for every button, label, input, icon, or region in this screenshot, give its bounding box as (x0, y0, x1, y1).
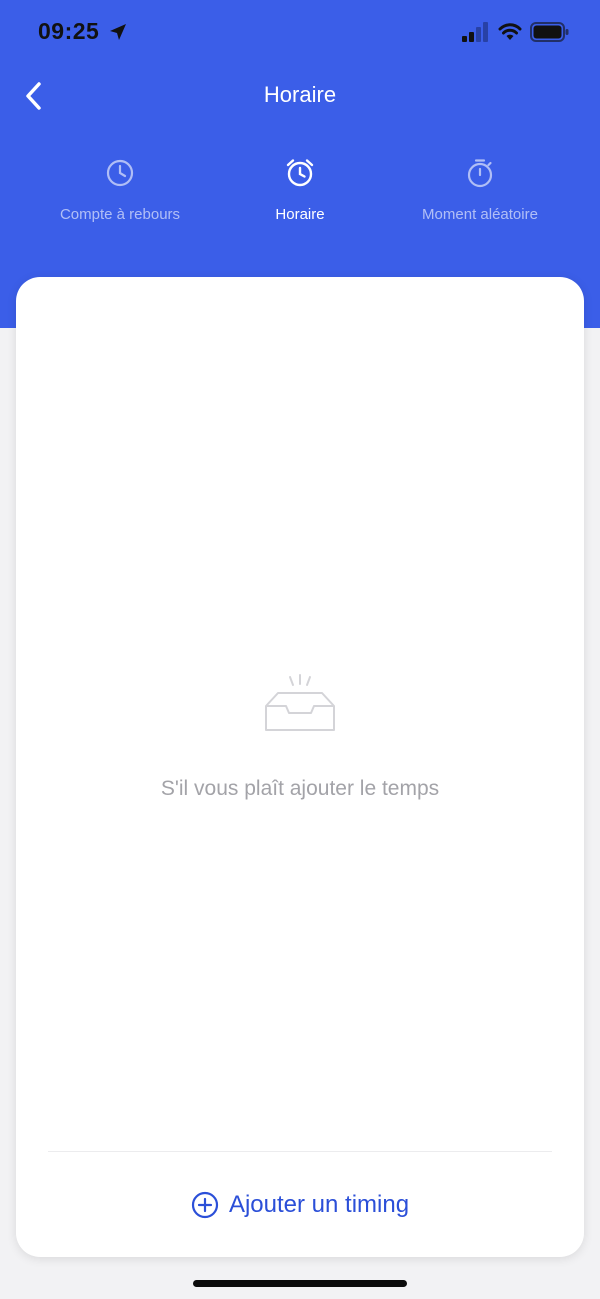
stopwatch-icon (467, 159, 493, 188)
back-button[interactable] (12, 74, 56, 118)
tab-random-moment-label: Moment aléatoire (422, 206, 538, 223)
status-time: 09:25 (38, 18, 100, 44)
chevron-left-icon (26, 82, 41, 110)
status-bar: 09:25 (0, 0, 600, 66)
tab-schedule-label: Horaire (275, 206, 325, 223)
clock-icon (106, 159, 134, 187)
tab-random-moment[interactable]: Moment aléatoire (380, 150, 580, 240)
empty-state-message: S'il vous plaît ajouter le temps (160, 777, 440, 800)
screen: 09:25 Horaire Compte à rebours Horaire M… (0, 0, 600, 1299)
add-timing-button[interactable]: Ajouter un timing (166, 1177, 434, 1233)
page-title: Horaire (263, 82, 337, 107)
tab-schedule[interactable]: Horaire (200, 150, 400, 240)
home-indicator (193, 1280, 407, 1287)
battery-icon (530, 22, 569, 42)
divider (48, 1151, 552, 1152)
tab-countdown-label: Compte à rebours (59, 206, 181, 223)
alarm-clock-icon (286, 159, 314, 187)
schedule-card: S'il vous plaît ajouter le temps Ajouter… (16, 277, 584, 1257)
location-arrow-icon (110, 24, 126, 40)
mode-tabs: Compte à rebours Horaire Moment aléatoir… (0, 150, 600, 240)
wifi-icon (498, 23, 522, 40)
tab-countdown[interactable]: Compte à rebours (20, 150, 220, 240)
cellular-signal-icon (462, 22, 488, 42)
add-timing-label: Ajouter un timing (228, 1191, 410, 1218)
plus-circle-icon (191, 1191, 219, 1219)
empty-inbox-icon (265, 674, 335, 731)
